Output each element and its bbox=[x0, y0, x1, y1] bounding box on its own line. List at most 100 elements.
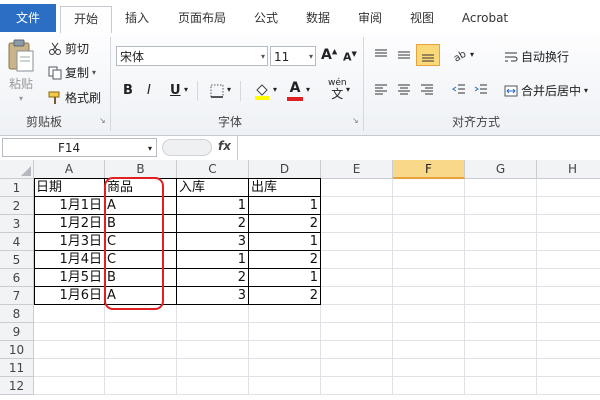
row-header-1[interactable]: 1 bbox=[0, 179, 34, 197]
shrink-font-button[interactable]: A▼ bbox=[343, 50, 357, 64]
cell-e5[interactable] bbox=[321, 251, 393, 269]
column-header-g[interactable]: G bbox=[465, 160, 537, 179]
cell-g8[interactable] bbox=[465, 305, 537, 323]
cell-f9[interactable] bbox=[393, 323, 465, 341]
cell-d2[interactable]: 1 bbox=[249, 197, 321, 215]
cell-c4[interactable]: 3 bbox=[177, 233, 249, 251]
cell-c12[interactable] bbox=[177, 377, 249, 395]
column-header-e[interactable]: E bbox=[321, 160, 393, 179]
formula-input[interactable] bbox=[240, 139, 595, 157]
dialog-launcher-icon[interactable]: ↘ bbox=[352, 117, 360, 125]
cell-g11[interactable] bbox=[465, 359, 537, 377]
cell-a1[interactable]: 日期 bbox=[34, 179, 105, 197]
cell-d12[interactable] bbox=[249, 377, 321, 395]
underline-button[interactable]: U bbox=[170, 83, 181, 98]
cell-c6[interactable]: 2 bbox=[177, 269, 249, 287]
cell-a9[interactable] bbox=[34, 323, 105, 341]
column-header-a[interactable]: A bbox=[34, 160, 105, 179]
cell-a4[interactable]: 1月3日 bbox=[34, 233, 105, 251]
cell-g3[interactable] bbox=[465, 215, 537, 233]
chevron-down-icon[interactable]: ▾ bbox=[273, 85, 277, 94]
cell-h2[interactable] bbox=[537, 197, 600, 215]
increase-indent-icon[interactable] bbox=[474, 83, 488, 97]
wrap-text-button[interactable]: 自动换行 bbox=[504, 48, 569, 65]
cell-d1[interactable]: 出库 bbox=[249, 179, 321, 197]
align-bottom-button[interactable] bbox=[416, 44, 440, 66]
cell-e12[interactable] bbox=[321, 377, 393, 395]
decrease-indent-icon[interactable] bbox=[452, 83, 466, 97]
cell-e9[interactable] bbox=[321, 323, 393, 341]
row-header-2[interactable]: 2 bbox=[0, 197, 34, 215]
align-right-icon[interactable] bbox=[420, 83, 434, 97]
cell-g1[interactable] bbox=[465, 179, 537, 197]
cell-c10[interactable] bbox=[177, 341, 249, 359]
row-header-9[interactable]: 9 bbox=[0, 323, 34, 341]
tab-formulas[interactable]: 公式 bbox=[252, 6, 280, 32]
select-all-corner[interactable] bbox=[0, 160, 34, 179]
cell-a11[interactable] bbox=[34, 359, 105, 377]
cell-a7[interactable]: 1月6日 bbox=[34, 287, 105, 305]
cell-d9[interactable] bbox=[249, 323, 321, 341]
align-top-icon[interactable] bbox=[374, 49, 388, 61]
merge-center-button[interactable]: 合并后居中 ▾ bbox=[504, 82, 588, 99]
tab-view[interactable]: 视图 bbox=[408, 6, 436, 32]
cell-e4[interactable] bbox=[321, 233, 393, 251]
cell-f10[interactable] bbox=[393, 341, 465, 359]
cell-h5[interactable] bbox=[537, 251, 600, 269]
tab-review[interactable]: 审阅 bbox=[356, 6, 384, 32]
cell-a5[interactable]: 1月4日 bbox=[34, 251, 105, 269]
cell-h4[interactable] bbox=[537, 233, 600, 251]
cell-g10[interactable] bbox=[465, 341, 537, 359]
cell-a6[interactable]: 1月5日 bbox=[34, 269, 105, 287]
cell-a2[interactable]: 1月1日 bbox=[34, 197, 105, 215]
column-header-f[interactable]: F bbox=[393, 160, 465, 179]
cell-h11[interactable] bbox=[537, 359, 600, 377]
copy-button[interactable]: 复制 ▾ bbox=[48, 64, 96, 81]
cell-e11[interactable] bbox=[321, 359, 393, 377]
cell-a10[interactable] bbox=[34, 341, 105, 359]
cell-f2[interactable] bbox=[393, 197, 465, 215]
cell-e2[interactable] bbox=[321, 197, 393, 215]
cell-a8[interactable] bbox=[34, 305, 105, 323]
cell-d5[interactable]: 2 bbox=[249, 251, 321, 269]
cell-c5[interactable]: 1 bbox=[177, 251, 249, 269]
tab-data[interactable]: 数据 bbox=[304, 6, 332, 32]
cell-d8[interactable] bbox=[249, 305, 321, 323]
cell-f7[interactable] bbox=[393, 287, 465, 305]
cell-c11[interactable] bbox=[177, 359, 249, 377]
cell-d10[interactable] bbox=[249, 341, 321, 359]
phonetic-guide-button[interactable]: wén 文 bbox=[328, 79, 347, 101]
tab-page-layout[interactable]: 页面布局 bbox=[177, 6, 227, 32]
cell-f11[interactable] bbox=[393, 359, 465, 377]
align-middle-icon[interactable] bbox=[397, 49, 411, 61]
cell-b12[interactable] bbox=[105, 377, 177, 395]
tab-file[interactable]: 文件 bbox=[0, 4, 56, 32]
column-header-d[interactable]: D bbox=[249, 160, 321, 179]
chevron-down-icon[interactable]: ▾ bbox=[227, 85, 231, 94]
chevron-down-icon[interactable]: ▾ bbox=[470, 50, 474, 59]
cell-c7[interactable]: 3 bbox=[177, 287, 249, 305]
cell-f6[interactable] bbox=[393, 269, 465, 287]
tab-acrobat[interactable]: Acrobat bbox=[458, 6, 512, 32]
bold-button[interactable]: B bbox=[123, 83, 133, 98]
row-header-6[interactable]: 6 bbox=[0, 269, 34, 287]
row-header-5[interactable]: 5 bbox=[0, 251, 34, 269]
row-header-11[interactable]: 11 bbox=[0, 359, 34, 377]
cell-d7[interactable]: 2 bbox=[249, 287, 321, 305]
cell-h8[interactable] bbox=[537, 305, 600, 323]
cell-e3[interactable] bbox=[321, 215, 393, 233]
cell-g4[interactable] bbox=[465, 233, 537, 251]
cell-g6[interactable] bbox=[465, 269, 537, 287]
orientation-icon[interactable]: ab bbox=[452, 47, 468, 63]
cell-b11[interactable] bbox=[105, 359, 177, 377]
cell-h12[interactable] bbox=[537, 377, 600, 395]
cell-h9[interactable] bbox=[537, 323, 600, 341]
cell-c2[interactable]: 1 bbox=[177, 197, 249, 215]
cell-d6[interactable]: 1 bbox=[249, 269, 321, 287]
cell-e10[interactable] bbox=[321, 341, 393, 359]
cell-c3[interactable]: 2 bbox=[177, 215, 249, 233]
column-header-c[interactable]: C bbox=[177, 160, 249, 179]
tab-home[interactable]: 开始 bbox=[60, 6, 112, 34]
cell-h6[interactable] bbox=[537, 269, 600, 287]
cell-d3[interactable]: 2 bbox=[249, 215, 321, 233]
